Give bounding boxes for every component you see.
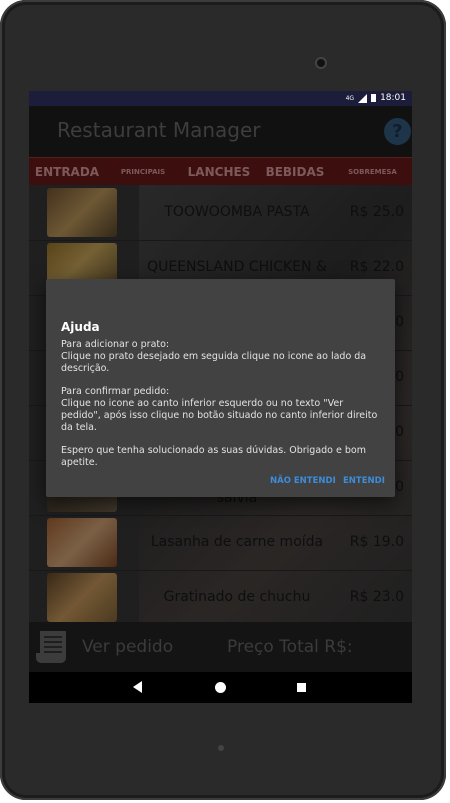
help-dialog: Ajuda Para adicionar o prato: Clique no … <box>46 279 395 497</box>
dialog-paragraph-confirm: Para confirmar pedido: Clique no icone a… <box>61 386 378 433</box>
camera-icon <box>315 57 327 69</box>
signal-icon <box>358 93 368 103</box>
entendi-button[interactable]: ENTENDI <box>343 476 385 486</box>
battery-icon <box>371 94 377 102</box>
dialog-message: Para adicionar o prato: Clique no prato … <box>61 339 381 480</box>
nav-home-icon[interactable] <box>215 682 226 693</box>
nav-recent-icon[interactable] <box>297 683 306 692</box>
dialog-paragraph-closing: Espero que tenha solucionado as suas dúv… <box>61 445 366 468</box>
dialog-paragraph-add: Para adicionar o prato: Clique no prato … <box>61 339 367 374</box>
network-label: 4G <box>345 94 355 102</box>
status-bar: 4G 18:01 <box>29 91 412 106</box>
dialog-title: Ajuda <box>61 320 100 334</box>
tablet-frame: 4G 18:01 Restaurant Manager ? ENTRADA PR… <box>0 0 446 800</box>
nao-entendi-button[interactable]: NÃO ENTENDI <box>270 476 336 486</box>
system-nav-bar <box>29 672 412 703</box>
clock: 18:01 <box>380 93 406 103</box>
microphone-dot <box>218 745 224 751</box>
app-screen: 4G 18:01 Restaurant Manager ? ENTRADA PR… <box>29 91 412 703</box>
nav-back-icon[interactable] <box>133 681 142 693</box>
